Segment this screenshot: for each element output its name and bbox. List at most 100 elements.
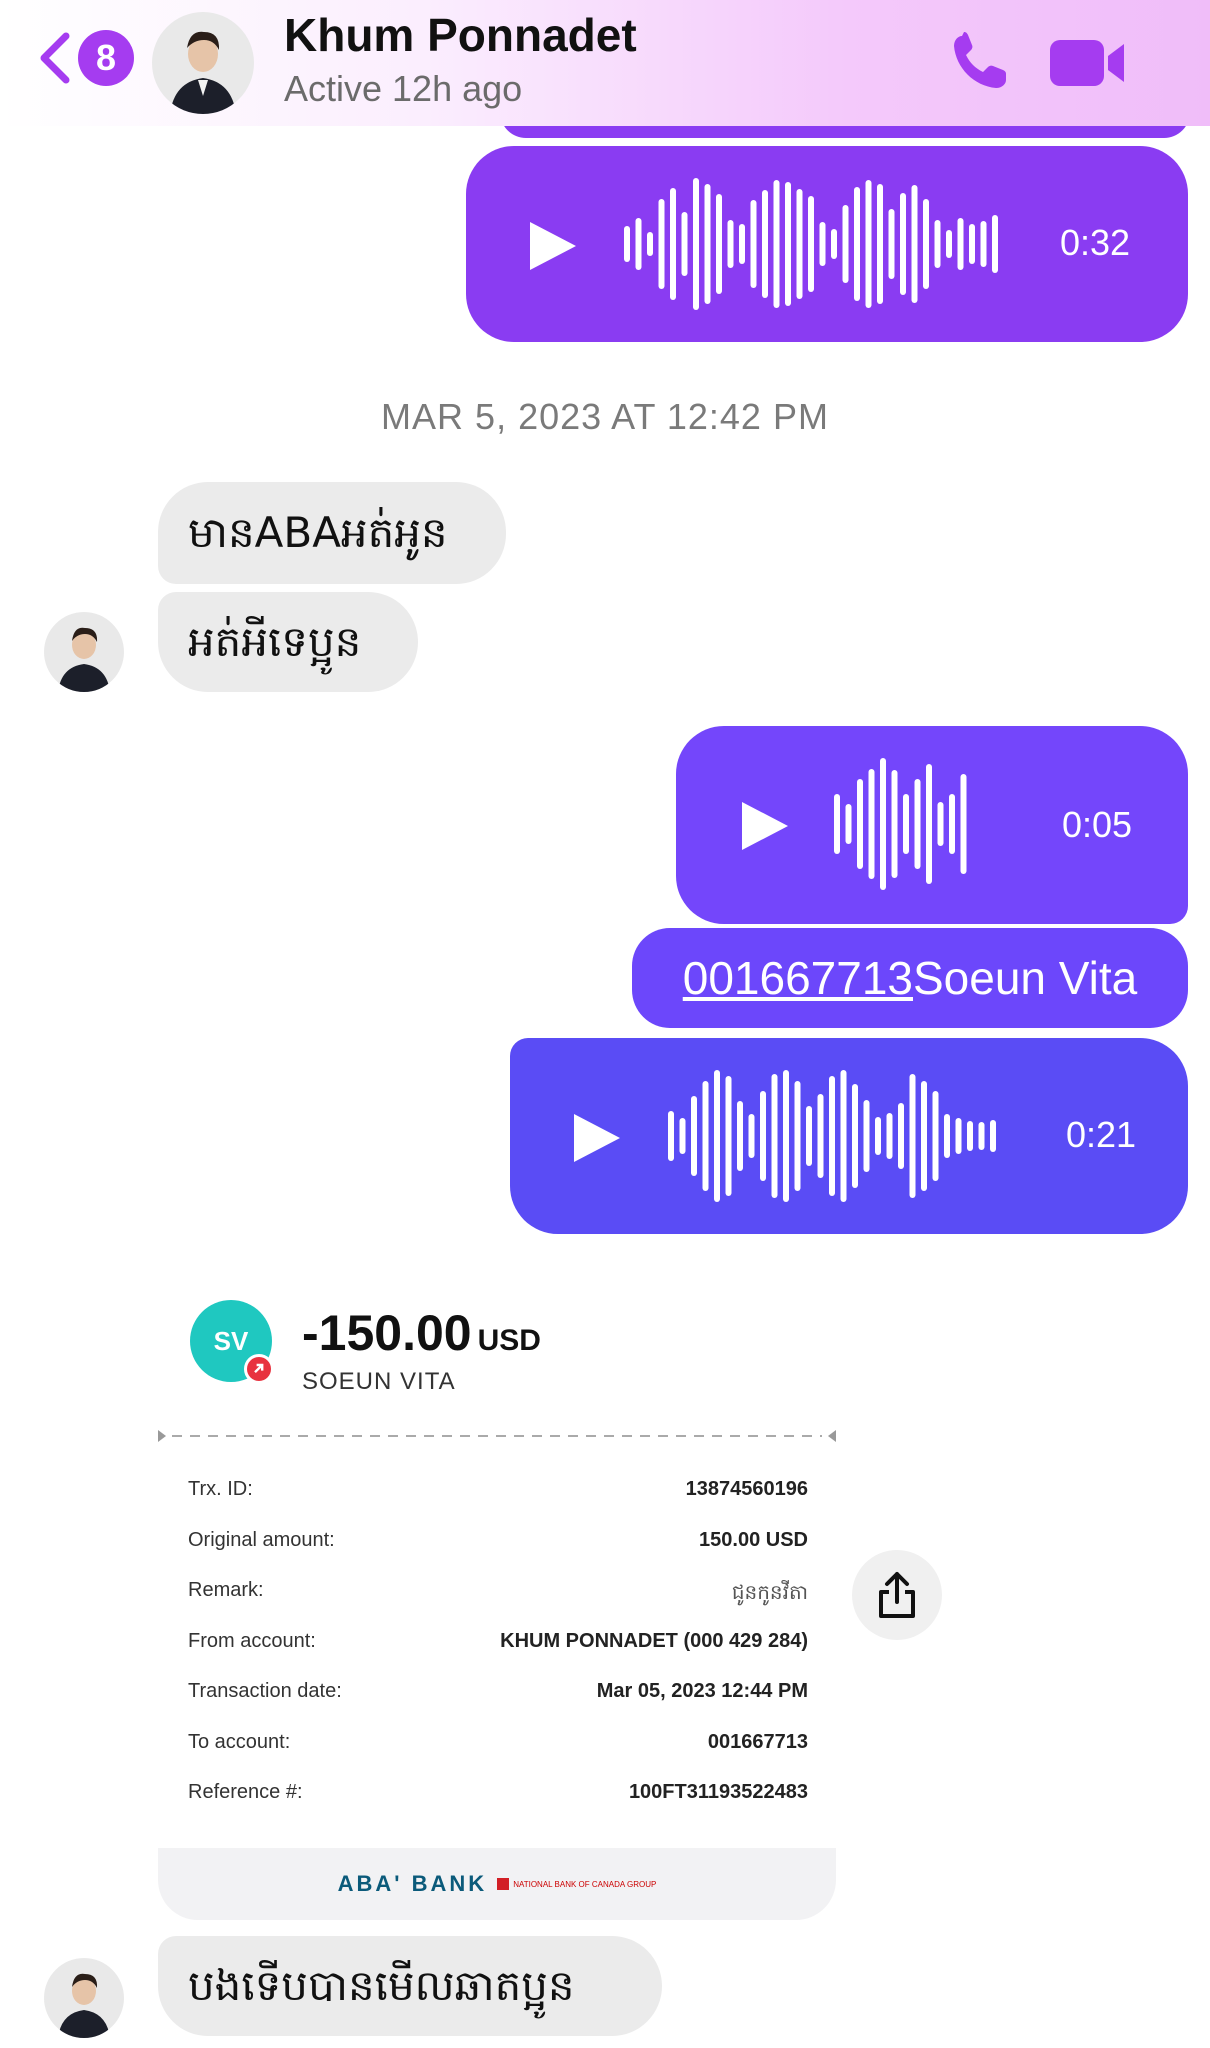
voice-message[interactable]: 0:05 xyxy=(676,726,1188,924)
waveform-bar xyxy=(911,185,918,303)
waveform-bar xyxy=(808,196,814,292)
incoming-message[interactable]: មានABAអត់អូន xyxy=(158,482,506,584)
waveform-bar xyxy=(658,199,665,289)
receipt-row: Trx. ID: 13874560196 xyxy=(188,1478,808,1529)
message-text: បងទើបបានមើលឆាតប្អូន xyxy=(188,1961,575,2010)
voice-message[interactable]: 0:32 xyxy=(466,146,1188,342)
row-value: 100FT31193522483 xyxy=(628,1781,808,1803)
receipt-footer: ABA' BANK NATIONAL BANK OF CANADA GROUP xyxy=(158,1848,836,1920)
waveform-bar xyxy=(880,758,886,890)
waveform-bar xyxy=(635,218,642,270)
flag-icon xyxy=(497,1878,510,1890)
receipt-row: Reference #: 100FT31193522483 xyxy=(188,1781,808,1832)
waveform-bar xyxy=(937,802,944,846)
incoming-message[interactable]: អត់អីទេប្អូន xyxy=(158,592,418,692)
message-text: អត់អីទេប្អូន xyxy=(188,617,362,666)
waveform-bar xyxy=(817,1094,824,1178)
row-value: Mar 05, 2023 12:44 PM xyxy=(596,1680,808,1702)
receipt-divider xyxy=(158,1430,836,1442)
waveform-bar xyxy=(900,193,906,295)
contact-name[interactable]: Khum Ponnadet xyxy=(284,8,637,62)
waveform-bar xyxy=(944,1114,950,1158)
waveform-bar xyxy=(693,178,699,310)
waveform-bar xyxy=(819,222,826,266)
waveform-bar xyxy=(865,180,872,308)
waveform-bar xyxy=(978,1122,985,1150)
waveform-bar xyxy=(762,190,768,298)
share-button[interactable] xyxy=(852,1550,942,1640)
account-name: Soeun Vita xyxy=(913,952,1138,1004)
video-camera-icon[interactable] xyxy=(1048,36,1128,90)
account-message[interactable]: 001667713 Soeun Vita xyxy=(632,928,1188,1028)
receipt-row: From account: KHUM PONNADET (000 429 284… xyxy=(188,1630,808,1681)
contact-avatar[interactable] xyxy=(152,12,254,114)
row-value: ជូនកូនវីតា xyxy=(731,1582,808,1604)
waveform-bar xyxy=(716,194,722,294)
waveform-bar xyxy=(909,1074,916,1198)
partner-bank-text: NATIONAL BANK OF CANADA GROUP xyxy=(513,1879,657,1889)
voice-duration: 0:32 xyxy=(1060,222,1131,263)
play-icon[interactable] xyxy=(568,1110,624,1166)
waveform-bar xyxy=(992,215,998,273)
receipt-row: To account: 001667713 xyxy=(188,1731,808,1782)
waveform[interactable] xyxy=(832,756,1022,892)
waveform[interactable] xyxy=(622,176,1002,312)
waveform-bar xyxy=(785,182,791,306)
row-label: Remark: xyxy=(188,1579,264,1601)
waveform-bar xyxy=(748,1114,755,1158)
waveform-bar xyxy=(840,1070,847,1202)
waveform-bar xyxy=(668,1111,674,1161)
waveform-bar xyxy=(980,221,987,267)
waveform[interactable] xyxy=(666,1068,1026,1204)
waveform-bar xyxy=(624,226,630,262)
waveform-bar xyxy=(949,794,955,854)
account-number-link[interactable]: 001667713 xyxy=(683,951,913,1005)
waveform-bar xyxy=(842,205,849,283)
waveform-bar xyxy=(714,1070,720,1202)
waveform-bar xyxy=(704,184,711,304)
bank-receipt-image[interactable]: SV -150.00 USD SOEUN VITA Trx. ID: 138745… xyxy=(158,1280,836,1920)
chat-timestamp: MAR 5, 2023 AT 12:42 PM xyxy=(381,396,829,437)
contact-avatar-small[interactable] xyxy=(44,1958,124,2038)
waveform-bar xyxy=(891,770,898,878)
voice-message[interactable]: 0:21 xyxy=(510,1038,1188,1234)
voice-duration: 0:21 xyxy=(1066,1114,1137,1155)
waveform-bar xyxy=(990,1120,996,1152)
message-text: មានABAអត់អូន xyxy=(188,508,448,557)
waveform-bar xyxy=(679,1118,686,1154)
waveform-bar xyxy=(647,232,653,256)
waveform-bar xyxy=(957,218,964,270)
row-label: Trx. ID: xyxy=(188,1478,253,1500)
phone-icon[interactable] xyxy=(948,30,1012,94)
waveform-bar xyxy=(888,209,895,279)
play-icon[interactable] xyxy=(524,218,580,274)
waveform-bar xyxy=(934,220,941,268)
waveform-bar xyxy=(725,1076,732,1196)
play-icon[interactable] xyxy=(736,798,792,854)
waveform-bar xyxy=(969,224,975,264)
waveform-bar xyxy=(760,1091,766,1181)
waveform-bar xyxy=(886,1113,893,1159)
payee-name: SOEUN VITA xyxy=(302,1368,456,1395)
receipt-row: Transaction date: Mar 05, 2023 12:44 PM xyxy=(188,1680,808,1731)
waveform-bar xyxy=(932,1091,939,1181)
back-button[interactable]: 8 xyxy=(34,28,134,88)
contact-avatar-small[interactable] xyxy=(44,612,124,692)
waveform-bar xyxy=(773,180,780,308)
incoming-message[interactable]: បងទើបបានមើលឆាតប្អូន xyxy=(158,1936,662,2036)
row-label: From account: xyxy=(188,1629,316,1652)
waveform-bar xyxy=(857,779,863,869)
waveform-bar xyxy=(955,1118,962,1154)
waveform-bar xyxy=(796,189,803,299)
row-value: 001667713 xyxy=(707,1730,808,1753)
waveform-bar xyxy=(794,1081,801,1191)
amount-currency: USD xyxy=(477,1324,541,1357)
row-value: 150.00 USD xyxy=(699,1528,808,1551)
waveform-bar xyxy=(898,1103,904,1169)
waveform-bar xyxy=(750,200,757,288)
waveform-bar xyxy=(877,184,883,304)
waveform-bar xyxy=(868,769,875,879)
waveform-bar xyxy=(926,764,932,884)
transaction-amount: -150.00 USD xyxy=(302,1304,541,1362)
waveform-bar xyxy=(946,230,952,258)
